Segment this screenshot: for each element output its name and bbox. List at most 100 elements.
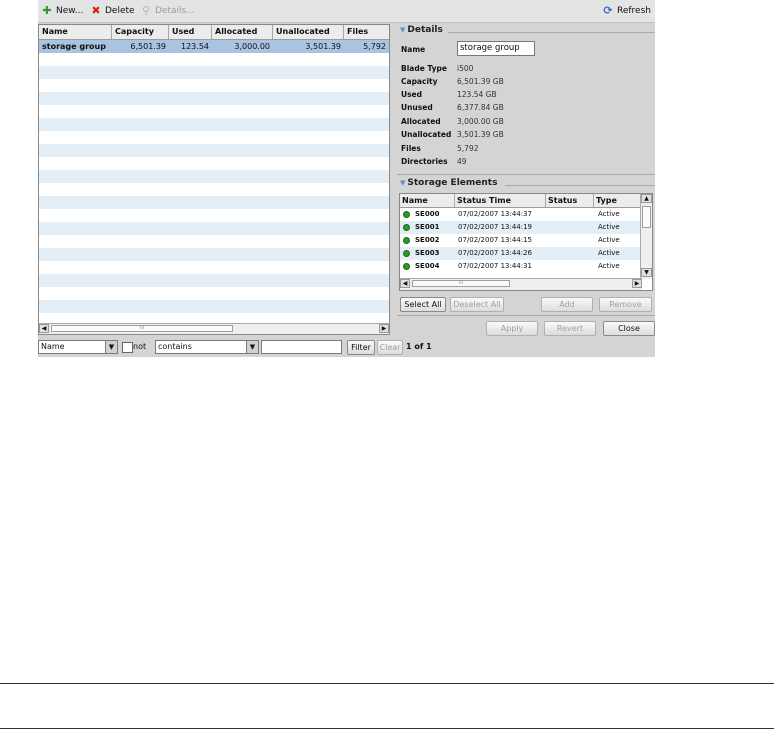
se-type: Active — [598, 249, 620, 257]
column-header-name[interactable]: Name — [39, 25, 112, 39]
column-header-files[interactable]: Files — [344, 25, 389, 39]
column-header-type[interactable]: Type — [594, 194, 642, 207]
filter-field-value: Name — [41, 342, 65, 351]
toolbar: ✚ New... ✖ Delete ⚲ Details... ⟳ Refresh — [38, 0, 655, 23]
filter-field-select[interactable]: Name ▼ — [38, 340, 118, 354]
scroll-right-icon[interactable]: ▶ — [632, 279, 642, 288]
collapse-triangle-icon: ▼ — [400, 26, 406, 34]
detail-label: Capacity — [401, 77, 438, 86]
section-divider — [448, 32, 655, 33]
se-name: SE001 — [415, 223, 440, 231]
column-header-status-time[interactable]: Status Time — [455, 194, 546, 207]
filter-bar: Name ▼ not contains ▼ Filter Clear 1 of … — [38, 340, 655, 357]
empty-row — [39, 235, 389, 248]
details-section-title[interactable]: ▼ Details — [400, 25, 443, 37]
paging-indicator: 1 of 1 — [406, 342, 432, 351]
detail-value: i500 — [457, 64, 474, 73]
table-row[interactable]: storage group 6,501.39 123.54 3,000.00 3… — [39, 40, 389, 53]
table-row[interactable]: SE003 07/02/2007 13:44:26 Active — [400, 247, 642, 260]
name-field[interactable]: storage group — [457, 41, 535, 56]
se-status-time: 07/02/2007 13:44:37 — [458, 210, 533, 218]
column-header-used[interactable]: Used — [169, 25, 212, 39]
delete-button[interactable]: ✖ Delete — [90, 4, 135, 18]
se-status-time: 07/02/2007 13:44:31 — [458, 262, 533, 270]
storage-elements-section-title[interactable]: ▼ Storage Elements — [400, 178, 497, 190]
horizontal-rule — [0, 728, 774, 729]
delete-button-label: Delete — [105, 6, 135, 16]
scroll-right-icon[interactable]: ▶ — [379, 324, 389, 333]
table-row[interactable]: SE004 07/02/2007 13:44:31 Active — [400, 260, 642, 273]
status-ok-icon — [403, 224, 410, 231]
scroll-thumb[interactable]: III — [412, 280, 510, 287]
revert-button[interactable]: Revert — [544, 321, 596, 336]
new-button-label: New... — [56, 6, 84, 16]
detail-value: 3,501.39 GB — [457, 130, 504, 139]
status-ok-icon — [403, 250, 410, 257]
detail-value: 3,000.00 GB — [457, 117, 504, 126]
filter-operator-value: contains — [158, 342, 192, 351]
deselect-all-button[interactable]: Deselect All — [450, 297, 504, 312]
se-type: Active — [598, 236, 620, 244]
filter-operator-select[interactable]: contains ▼ — [155, 340, 259, 354]
cell-used: 123.54 — [181, 42, 209, 51]
horizontal-scrollbar[interactable]: ◀ III ▶ — [39, 323, 389, 334]
select-all-button[interactable]: Select All — [400, 297, 446, 312]
scroll-up-icon[interactable]: ▲ — [641, 194, 652, 203]
empty-row — [39, 92, 389, 105]
column-header-status[interactable]: Status — [546, 194, 594, 207]
storage-elements-table[interactable]: Name Status Time Status Type SE000 07/02… — [399, 193, 653, 291]
horizontal-scrollbar[interactable]: ◀ III ▶ — [400, 278, 642, 290]
table-row[interactable]: SE001 07/02/2007 13:44:19 Active — [400, 221, 642, 234]
empty-row — [39, 209, 389, 222]
empty-row — [39, 66, 389, 79]
column-header-capacity[interactable]: Capacity — [112, 25, 169, 39]
detail-value: 5,792 — [457, 144, 479, 153]
empty-row — [39, 248, 389, 261]
close-button[interactable]: Close — [603, 321, 655, 336]
chevron-down-icon: ▼ — [105, 341, 117, 353]
details-button[interactable]: ⚲ Details... — [140, 4, 195, 18]
refresh-button[interactable]: ⟳ Refresh — [602, 4, 651, 18]
table-row[interactable]: SE002 07/02/2007 13:44:15 Active — [400, 234, 642, 247]
column-header-unallocated[interactable]: Unallocated — [273, 25, 344, 39]
filter-button[interactable]: Filter — [347, 340, 375, 355]
scroll-thumb[interactable]: III — [51, 325, 233, 332]
scroll-thumb[interactable] — [642, 206, 651, 228]
status-ok-icon — [403, 237, 410, 244]
scroll-down-icon[interactable]: ▼ — [641, 268, 652, 277]
scroll-left-icon[interactable]: ◀ — [39, 324, 49, 333]
not-checkbox[interactable] — [122, 342, 133, 353]
cell-files: 5,792 — [363, 42, 386, 51]
add-button[interactable]: Add — [541, 297, 593, 312]
table-row[interactable]: SE000 07/02/2007 13:44:37 Active — [400, 208, 642, 221]
storage-elements-title-text: Storage Elements — [407, 178, 498, 188]
vertical-scrollbar[interactable]: ▲ ▼ — [640, 194, 652, 279]
section-divider — [397, 315, 655, 316]
se-type: Active — [598, 223, 620, 231]
empty-row — [39, 157, 389, 170]
cell-name: storage group — [42, 42, 106, 51]
se-name: SE004 — [415, 262, 440, 270]
column-header-name[interactable]: Name — [400, 194, 455, 207]
new-button[interactable]: ✚ New... — [41, 4, 83, 18]
empty-row — [39, 105, 389, 118]
apply-button[interactable]: Apply — [486, 321, 538, 336]
details-title-text: Details — [407, 25, 443, 35]
refresh-icon: ⟳ — [603, 4, 613, 17]
filter-value-input[interactable] — [261, 340, 342, 354]
not-label: not — [133, 342, 147, 351]
clear-button[interactable]: Clear — [377, 340, 403, 355]
column-header-allocated[interactable]: Allocated — [212, 25, 273, 39]
details-name-label: Name — [401, 45, 426, 54]
se-status-time: 07/02/2007 13:44:19 — [458, 223, 533, 231]
empty-row — [39, 118, 389, 131]
empty-row — [39, 300, 389, 313]
add-icon: ✚ — [42, 4, 52, 17]
storage-groups-table[interactable]: Name Capacity Used Allocated Unallocated… — [38, 24, 390, 335]
refresh-button-label: Refresh — [617, 6, 651, 16]
remove-button[interactable]: Remove — [599, 297, 652, 312]
se-name: SE000 — [415, 210, 440, 218]
scroll-left-icon[interactable]: ◀ — [400, 279, 410, 288]
empty-row — [39, 144, 389, 157]
detail-label: Allocated — [401, 117, 441, 126]
